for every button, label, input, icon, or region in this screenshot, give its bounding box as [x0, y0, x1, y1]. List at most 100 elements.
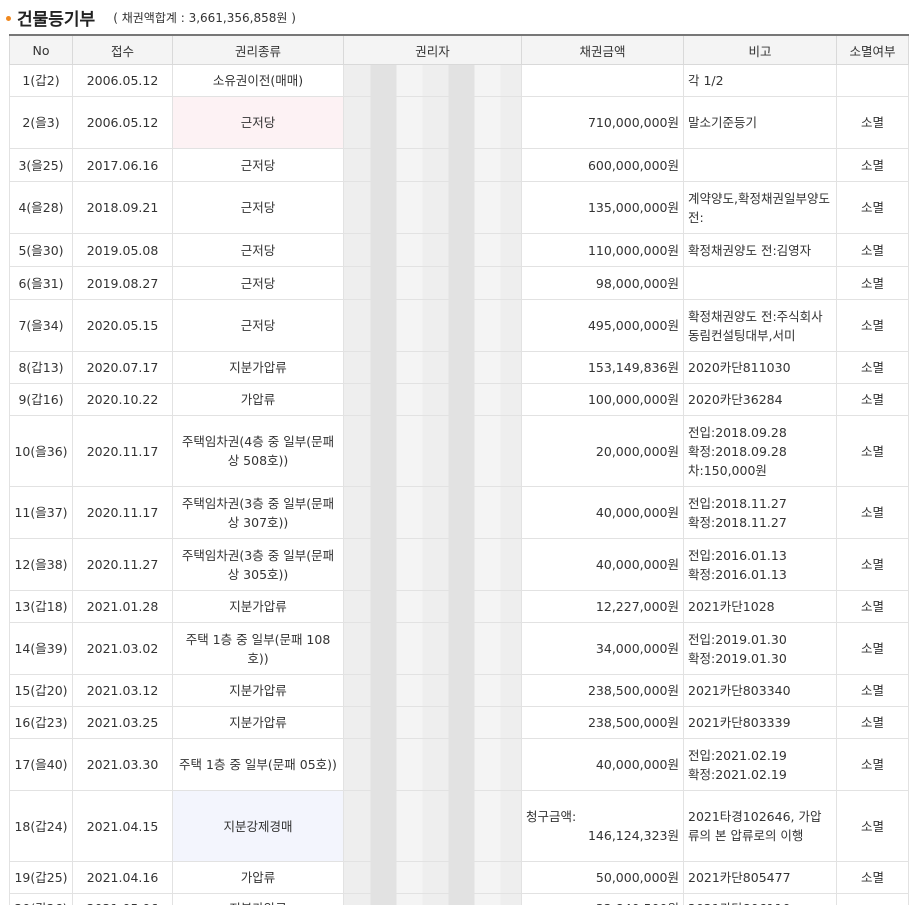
cell-holder-redacted [343, 181, 522, 234]
cell-note: 2021카단803339 [683, 706, 837, 739]
cell-note: 2021타경102646, 가압류의 본 압류로의 이행 [683, 790, 837, 862]
cell-status: 소멸 [836, 674, 909, 707]
cell-no: 16(갑23) [9, 706, 73, 739]
cell-status: 소멸 [836, 299, 909, 352]
cell-type: 지분가압류 [172, 590, 344, 623]
cell-holder-redacted [343, 893, 522, 905]
cell-type: 주택임차권(4층 중 일부(문패상 508호)) [172, 415, 344, 487]
cell-amount: 40,000,000원 [521, 738, 684, 791]
cell-holder-redacted [343, 790, 522, 862]
cell-type: 지분가압류 [172, 674, 344, 707]
cell-date: 2021.03.02 [72, 622, 173, 675]
cell-amount: 238,500,000원 [521, 706, 684, 739]
cell-amount: 110,000,000원 [521, 233, 684, 267]
cell-date: 2006.05.12 [72, 64, 173, 97]
cell-holder-redacted [343, 590, 522, 623]
cell-no: 12(을38) [9, 538, 73, 591]
table-row: 20(갑26)2021.05.06지분가압류 32,840,500원2021카단8… [9, 893, 909, 905]
cell-date: 2021.01.28 [72, 590, 173, 623]
table-body: 1(갑2) 2006.05.12 소유권이전(매매) 각 1/2 2(을3) 2006.0… [9, 64, 909, 905]
cell-date: 2021.03.25 [72, 706, 173, 739]
cell-date: 2020.07.17 [72, 351, 173, 384]
cell-amount: 40,000,000원 [521, 486, 684, 539]
cell-note: 2021카단803340 [683, 674, 837, 707]
cell-type: 주택임차권(3층 중 일부(문패상 307호)) [172, 486, 344, 539]
cell-note: 확정채권양도 전:주식회사동림컨설팅대부,서미 [683, 299, 837, 352]
cell-amount: 135,000,000원 [521, 181, 684, 234]
cell-holder-redacted [343, 266, 522, 300]
table-row: 14(을39) 2021.03.02 주택 1층 중 일부(문패 108호)) 34,… [9, 622, 909, 675]
table-row: 18(갑24) 2021.04.15 지분강제경매 청구금액: 146,124,323원… [9, 790, 909, 862]
cell-holder-redacted [343, 486, 522, 539]
cell-no: 11(을37) [9, 486, 73, 539]
cell-no: 14(을39) [9, 622, 73, 675]
cell-no: 13(갑18) [9, 590, 73, 623]
cell-type: 지분가압류 [172, 893, 344, 905]
cell-type: 주택임차권(3층 중 일부(문패상 305호)) [172, 538, 344, 591]
cell-type: 지분강제경매 [172, 790, 344, 862]
cell-status: 소멸 [836, 96, 909, 149]
cell-status: 소멸 [836, 538, 909, 591]
col-header-status: 소멸여부 [836, 34, 909, 65]
cell-type: 근저당 [172, 233, 344, 267]
cell-date: 2019.08.27 [72, 266, 173, 300]
table-row: 16(갑23) 2021.03.25 지분가압류 238,500,000원 2021카단… [9, 706, 909, 739]
cell-amount: 20,000,000원 [521, 415, 684, 487]
cell-status: 소멸 [836, 181, 909, 234]
cell-holder-redacted [343, 861, 522, 894]
cell-amount: 98,000,000원 [521, 266, 684, 300]
cell-note: 각 1/2 [683, 64, 837, 97]
amount-label: 청구금액: [526, 809, 577, 824]
cell-status: 소멸 [836, 351, 909, 384]
cell-amount: 50,000,000원 [521, 861, 684, 894]
cell-date: 2021.04.16 [72, 861, 173, 894]
table-row: 12(을38) 2020.11.27 주택임차권(3층 중 일부(문패상 305호)… [9, 538, 909, 591]
cell-date: 2020.11.17 [72, 415, 173, 487]
cell-amount: 12,227,000원 [521, 590, 684, 623]
cell-note [683, 266, 837, 300]
cell-holder-redacted [343, 622, 522, 675]
cell-note: 2020카단811030 [683, 351, 837, 384]
table-row: 4(을28) 2018.09.21 근저당 135,000,000원 계약양도,확정채권… [9, 181, 909, 234]
page: 건물등기부 ( 채권액합계 : 3,661,356,858원 ) No 접수 권… [0, 0, 918, 905]
cell-note [683, 148, 837, 182]
amount-value: 146,124,323원 [587, 828, 679, 843]
cell-type: 근저당 [172, 96, 344, 149]
cell-amount: 40,000,000원 [521, 538, 684, 591]
section-header: 건물등기부 ( 채권액합계 : 3,661,356,858원 ) [0, 0, 918, 34]
table-row: 11(을37) 2020.11.17 주택임차권(3층 중 일부(문패상 307호)… [9, 486, 909, 539]
cell-type: 가압류 [172, 861, 344, 894]
cell-no: 4(을28) [9, 181, 73, 234]
cell-amount: 100,000,000원 [521, 383, 684, 416]
table-row: 7(을34) 2020.05.15 근저당 495,000,000원 확정채권양도 전:… [9, 299, 909, 352]
cell-type: 근저당 [172, 181, 344, 234]
cell-status: 소멸 [836, 148, 909, 182]
cell-status [836, 64, 909, 97]
cell-date: 2020.05.15 [72, 299, 173, 352]
table-row: 17(을40) 2021.03.30 주택 1층 중 일부(문패 05호)) 40,0… [9, 738, 909, 791]
cell-amount: 34,000,000원 [521, 622, 684, 675]
cell-holder-redacted [343, 299, 522, 352]
cell-note: 전입:2018.09.28 확정:2018.09.28 차:150,000원 [683, 415, 837, 487]
cell-amount: 238,500,000원 [521, 674, 684, 707]
cell-amount: 32,840,500원 [521, 893, 684, 905]
cell-no: 6(을31) [9, 266, 73, 300]
cell-holder-redacted [343, 148, 522, 182]
cell-holder-redacted [343, 674, 522, 707]
table-row: 3(을25) 2017.06.16 근저당 600,000,000원 소멸 [9, 148, 909, 182]
cell-status: 소멸 [836, 861, 909, 894]
cell-no: 17(을40) [9, 738, 73, 791]
cell-date: 2021.03.12 [72, 674, 173, 707]
cell-type: 지분가압류 [172, 706, 344, 739]
cell-no: 5(을30) [9, 233, 73, 267]
cell-note: 전입:2021.02.19 확정:2021.02.19 [683, 738, 837, 791]
cell-date: 2020.11.17 [72, 486, 173, 539]
col-header-no: No [9, 34, 73, 65]
cell-no: 15(갑20) [9, 674, 73, 707]
cell-amount: 청구금액: 146,124,323원 [521, 790, 684, 862]
cell-note: 2021카단1028 [683, 590, 837, 623]
cell-holder-redacted [343, 64, 522, 97]
cell-no: 19(갑25) [9, 861, 73, 894]
cell-type: 근저당 [172, 148, 344, 182]
cell-status: 소멸 [836, 738, 909, 791]
